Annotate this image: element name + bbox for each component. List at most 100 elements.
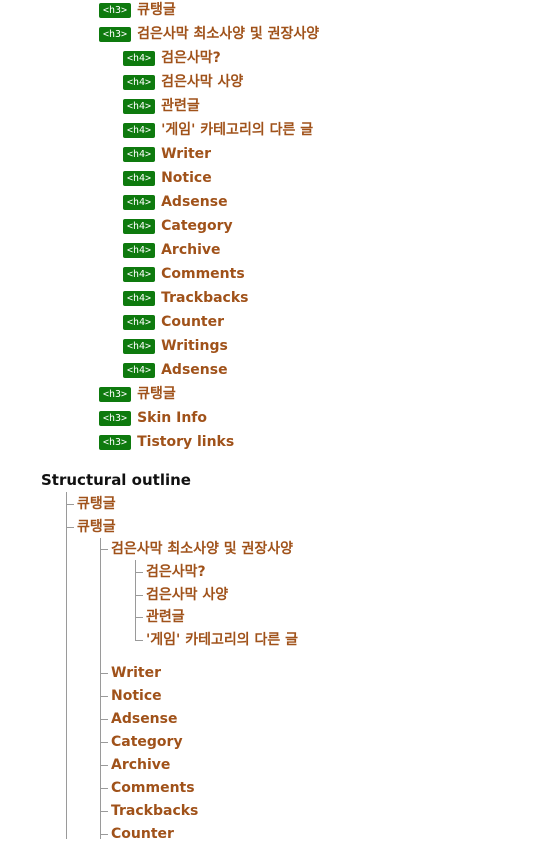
outline-link[interactable]: 검은사막 사양	[146, 586, 228, 604]
tree-connector	[66, 504, 74, 505]
heading-link[interactable]: Counter	[161, 313, 224, 331]
h4-tag: <h4>	[123, 122, 156, 138]
heading-link[interactable]: 검은사막?	[161, 49, 221, 67]
heading-link[interactable]: 검은사막 사양	[161, 73, 243, 91]
heading-link[interactable]: Archive	[161, 241, 220, 259]
heading-entry-h4: <h4> Archive	[123, 241, 221, 259]
heading-link[interactable]: Tistory links	[137, 433, 234, 451]
heading-entry-h4: <h4> Comments	[123, 265, 245, 283]
tree-connector	[66, 527, 74, 528]
outline-item: 검은사막 사양	[146, 586, 228, 604]
heading-entry-h3: <h3> 검은사막 최소사양 및 권장사양	[99, 25, 319, 43]
outline-link[interactable]: 큐탱글	[77, 495, 116, 513]
h4-tag: <h4>	[123, 50, 156, 66]
h4-tag: <h4>	[123, 242, 156, 258]
heading-link[interactable]: 큐탱글	[137, 1, 176, 19]
heading-link[interactable]: Skin Info	[137, 409, 207, 427]
outline-link[interactable]: 관련글	[146, 608, 185, 626]
tree-connector	[100, 549, 108, 550]
h4-tag: <h4>	[123, 266, 156, 282]
heading-entry-h4: <h4> Trackbacks	[123, 289, 248, 307]
outline-item: Notice	[111, 687, 162, 705]
heading-link[interactable]: Notice	[161, 169, 212, 187]
tree-line	[66, 492, 67, 839]
h4-tag: <h4>	[123, 218, 156, 234]
tree-connector	[135, 617, 143, 618]
tree-connector	[100, 834, 108, 835]
outline-title: Structural outline	[41, 471, 191, 489]
outline-link[interactable]: Writer	[111, 664, 161, 682]
outline-item: Writer	[111, 664, 161, 682]
h4-tag: <h4>	[123, 194, 156, 210]
h4-tag: <h4>	[123, 146, 156, 162]
tree-connector	[100, 742, 108, 743]
outline-link[interactable]: Adsense	[111, 710, 177, 728]
heading-link[interactable]: 검은사막 최소사양 및 권장사양	[137, 25, 319, 43]
outline-item: Category	[111, 733, 183, 751]
h4-tag: <h4>	[123, 98, 156, 114]
heading-entry-h4: <h4> Notice	[123, 169, 212, 187]
heading-entry-h3: <h3> Tistory links	[99, 433, 234, 451]
tree-connector	[135, 572, 143, 573]
outline-link[interactable]: Archive	[111, 756, 170, 774]
heading-entry-h4: <h4> Writer	[123, 145, 211, 163]
heading-link[interactable]: 큐탱글	[137, 385, 176, 403]
h3-tag: <h3>	[99, 410, 132, 426]
outline-link[interactable]: 검은사막 최소사양 및 권장사양	[111, 540, 293, 558]
heading-link[interactable]: '게임' 카테고리의 다른 글	[161, 121, 313, 139]
heading-entry-h4: <h4> 검은사막?	[123, 49, 221, 67]
h4-tag: <h4>	[123, 314, 156, 330]
heading-entry-h4: <h4> 검은사막 사양	[123, 73, 243, 91]
heading-link[interactable]: Writings	[161, 337, 228, 355]
heading-link[interactable]: 관련글	[161, 97, 200, 115]
heading-link[interactable]: Category	[161, 217, 233, 235]
outline-link[interactable]: Counter	[111, 825, 174, 843]
heading-link[interactable]: Adsense	[161, 361, 227, 379]
heading-entry-h4: <h4> '게임' 카테고리의 다른 글	[123, 121, 313, 139]
h4-tag: <h4>	[123, 74, 156, 90]
outline-link[interactable]: Comments	[111, 779, 195, 797]
outline-link[interactable]: Category	[111, 733, 183, 751]
outline-item: 검은사막 최소사양 및 권장사양	[111, 540, 293, 558]
tree-connector	[100, 719, 108, 720]
outline-item: 큐탱글	[77, 518, 116, 536]
heading-link[interactable]: Trackbacks	[161, 289, 248, 307]
h3-tag: <h3>	[99, 434, 132, 450]
h4-tag: <h4>	[123, 362, 156, 378]
h4-tag: <h4>	[123, 170, 156, 186]
heading-link[interactable]: Comments	[161, 265, 245, 283]
outline-item: Comments	[111, 779, 195, 797]
tree-connector	[100, 673, 108, 674]
outline-item: 검은사막?	[146, 563, 206, 581]
outline-item: 관련글	[146, 608, 185, 626]
heading-entry-h4: <h4> Adsense	[123, 361, 228, 379]
heading-entry-h4: <h4> Category	[123, 217, 233, 235]
outline-link[interactable]: Notice	[111, 687, 162, 705]
outline-link[interactable]: 큐탱글	[77, 518, 116, 536]
outline-item: Archive	[111, 756, 170, 774]
heading-entry-h3: <h3> 큐탱글	[99, 1, 176, 19]
outline-item: '게임' 카테고리의 다른 글	[146, 631, 298, 649]
heading-link[interactable]: Writer	[161, 145, 211, 163]
tree-connector	[100, 811, 108, 812]
heading-entry-h4: <h4> 관련글	[123, 97, 200, 115]
heading-entry-h3: <h3> Skin Info	[99, 409, 207, 427]
tree-connector	[135, 640, 143, 641]
tree-connector	[100, 765, 108, 766]
outline-item: Counter	[111, 825, 174, 843]
tree-connector	[100, 696, 108, 697]
heading-entry-h3: <h3> 큐탱글	[99, 385, 176, 403]
h3-tag: <h3>	[99, 2, 132, 18]
outline-link[interactable]: Trackbacks	[111, 802, 198, 820]
h3-tag: <h3>	[99, 386, 132, 402]
heading-entry-h4: <h4> Adsense	[123, 193, 228, 211]
outline-link[interactable]: 검은사막?	[146, 563, 206, 581]
outline-link[interactable]: '게임' 카테고리의 다른 글	[146, 631, 298, 649]
tree-connector	[135, 595, 143, 596]
heading-link[interactable]: Adsense	[161, 193, 227, 211]
outline-item: 큐탱글	[77, 495, 116, 513]
outline-item: Adsense	[111, 710, 177, 728]
h3-tag: <h3>	[99, 26, 132, 42]
h4-tag: <h4>	[123, 338, 156, 354]
tree-line	[100, 538, 101, 839]
